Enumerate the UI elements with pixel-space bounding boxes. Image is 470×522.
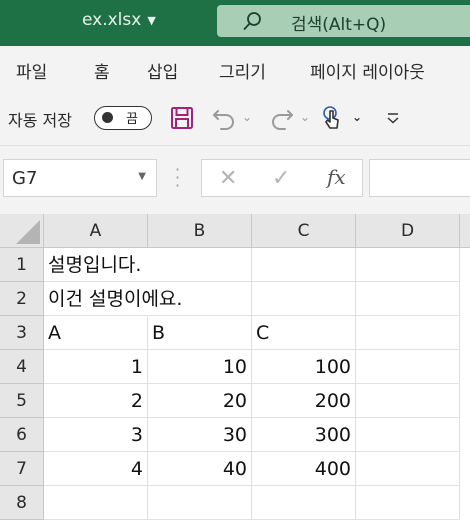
row-header-8[interactable]: 8 — [0, 486, 44, 520]
select-all-button[interactable] — [0, 214, 44, 248]
cancel-icon[interactable]: ✕ — [219, 166, 237, 191]
cell-c4[interactable]: 100 — [252, 350, 356, 384]
column-header-a[interactable]: A — [44, 214, 148, 248]
row-header-5[interactable]: 5 — [0, 384, 44, 418]
search-icon — [243, 12, 261, 30]
cell-d7[interactable] — [356, 452, 460, 486]
formula-buttons: ✕ ✓ fx — [201, 159, 363, 197]
tab-home[interactable]: 홈 — [94, 58, 110, 83]
spreadsheet-grid: A B C D 1 2 3 4 5 6 7 8 설명입니다. 이건 설명이에요.… — [0, 214, 470, 522]
row-header-2[interactable]: 2 — [0, 282, 44, 316]
cell-c2[interactable] — [252, 282, 356, 316]
column-header-c[interactable]: C — [252, 214, 356, 248]
tab-draw[interactable]: 그리기 — [219, 58, 266, 83]
autosave-label: 자동 저장 — [8, 111, 72, 130]
name-box[interactable]: G7 ▼ — [3, 159, 157, 197]
ribbon-tabs: 파일 홈 삽입 그리기 페이지 레이아웃 — [0, 46, 470, 92]
cell-d5[interactable] — [356, 384, 460, 418]
cell-d6[interactable] — [356, 418, 460, 452]
search-placeholder: 검색(Alt+Q) — [291, 15, 387, 35]
insert-function-icon[interactable]: fx — [327, 165, 346, 189]
formula-bar: G7 ▼ · · · ✕ ✓ fx — [0, 146, 470, 214]
more-options-icon[interactable]: · · · — [175, 162, 180, 194]
row-header-4[interactable]: 4 — [0, 350, 44, 384]
cell-a6[interactable]: 3 — [44, 418, 148, 452]
row-header-7[interactable]: 7 — [0, 452, 44, 486]
row-header-6[interactable]: 6 — [0, 418, 44, 452]
cell-b3[interactable]: B — [148, 316, 252, 350]
tab-file[interactable]: 파일 — [16, 58, 47, 83]
row-header-3[interactable]: 3 — [0, 316, 44, 350]
cell-a8[interactable] — [44, 486, 148, 520]
quick-access-toolbar: 자동 저장 끔 ⌄ ⌄ ⌄ — [0, 92, 470, 146]
column-header-b[interactable]: B — [148, 214, 252, 248]
redo-dropdown-icon[interactable]: ⌄ — [300, 110, 310, 124]
cell-c6[interactable]: 300 — [252, 418, 356, 452]
cell-b4[interactable]: 10 — [148, 350, 252, 384]
cell-c5[interactable]: 200 — [252, 384, 356, 418]
undo-icon[interactable] — [210, 104, 238, 132]
cell-a4[interactable]: 1 — [44, 350, 148, 384]
cell-a1[interactable]: 설명입니다. — [44, 248, 148, 282]
tab-page-layout[interactable]: 페이지 레이아웃 — [310, 58, 425, 83]
cell-b7[interactable]: 40 — [148, 452, 252, 486]
chevron-down-icon[interactable]: ▼ — [138, 171, 146, 182]
name-box-value: G7 — [12, 168, 38, 189]
cell-d2[interactable] — [356, 282, 460, 316]
enter-icon[interactable]: ✓ — [272, 166, 290, 191]
autosave-state: 끔 — [126, 112, 138, 127]
cell-b6[interactable]: 30 — [148, 418, 252, 452]
cell-c1[interactable] — [252, 248, 356, 282]
undo-dropdown-icon[interactable]: ⌄ — [242, 110, 252, 124]
tab-insert[interactable]: 삽입 — [147, 58, 178, 83]
cell-a5[interactable]: 2 — [44, 384, 148, 418]
touch-mode-icon[interactable] — [318, 104, 346, 132]
cell-b5[interactable]: 20 — [148, 384, 252, 418]
column-header-e[interactable] — [460, 214, 470, 248]
file-name-button[interactable]: ex.xlsx ▼ — [82, 10, 156, 30]
cell-d4[interactable] — [356, 350, 460, 384]
formula-input[interactable] — [369, 159, 470, 197]
cell-c3[interactable]: C — [252, 316, 356, 350]
toggle-knob — [102, 112, 113, 123]
chevron-down-icon: ▼ — [147, 13, 156, 27]
cell-c7[interactable]: 400 — [252, 452, 356, 486]
cell-d8[interactable] — [356, 486, 460, 520]
row-header-1[interactable]: 1 — [0, 248, 44, 282]
search-box[interactable]: 검색(Alt+Q) — [217, 5, 470, 37]
redo-icon[interactable] — [268, 104, 296, 132]
cell-c8[interactable] — [252, 486, 356, 520]
cell-b8[interactable] — [148, 486, 252, 520]
cell-a3[interactable]: A — [44, 316, 148, 350]
cell-b2[interactable] — [148, 282, 252, 316]
file-name: ex.xlsx — [82, 10, 142, 30]
cell-b1[interactable] — [148, 248, 252, 282]
select-all-icon — [16, 220, 40, 244]
cell-a7[interactable]: 4 — [44, 452, 148, 486]
customize-toolbar-icon[interactable] — [383, 104, 403, 132]
cell-d1[interactable] — [356, 248, 460, 282]
autosave-toggle[interactable]: 끔 — [94, 106, 152, 130]
save-icon[interactable] — [168, 104, 196, 132]
cell-d3[interactable] — [356, 316, 460, 350]
title-bar: ex.xlsx ▼ 검색(Alt+Q) — [0, 0, 470, 46]
column-header-d[interactable]: D — [356, 214, 460, 248]
cell-a2[interactable]: 이건 설명이에요. — [44, 282, 182, 316]
touch-mode-dropdown-icon[interactable]: ⌄ — [352, 110, 362, 124]
